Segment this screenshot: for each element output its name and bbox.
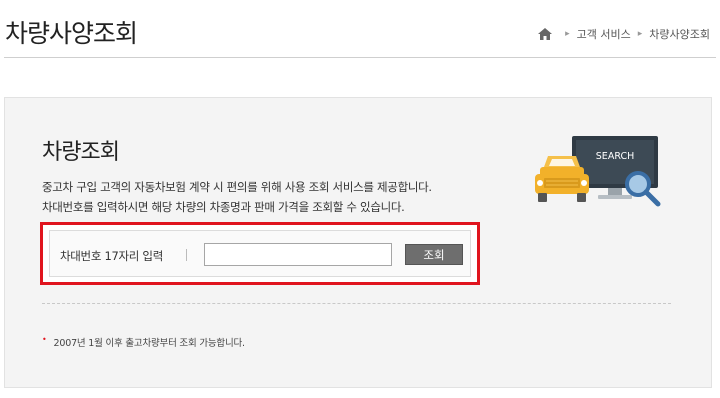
breadcrumb-customer-service[interactable]: 고객 서비스 [577,26,631,42]
section-title: 차량조회 [42,140,120,165]
search-button[interactable]: 조회 [405,244,463,265]
header-divider [4,57,716,58]
vin-label: 차대번호 17자리 입력 [60,249,163,263]
description-line-1: 중고차 구입 고객의 자동차보험 계약 시 편의를 위해 사용 조회 서비스를 … [42,180,432,194]
search-car-illustration: SEARCH [530,132,670,217]
search-form: 차대번호 17자리 입력 조회 [49,230,471,277]
breadcrumb: ▸ 고객 서비스 ▸ 차량사양조회 [538,26,710,42]
breadcrumb-separator-icon: ▸ [565,29,570,39]
notice-text: 2007년 1월 이후 출고차량부터 조회 가능합니다. [53,338,246,349]
breadcrumb-separator-icon: ▸ [637,29,643,39]
label-divider [186,249,187,261]
page-title: 차량사양조회 [5,19,138,48]
description-line-2: 차대번호를 입력하시면 해당 차량의 차종명과 판매 가격을 조회할 수 있습니… [42,200,405,214]
vehicle-lookup-panel: 차량조회 중고차 구입 고객의 자동차보험 계약 시 편의를 위해 사용 조회 … [4,97,712,388]
search-highlight-box: 차대번호 17자리 입력 조회 [40,222,480,285]
dashed-divider [42,303,671,304]
home-icon[interactable] [538,28,553,40]
description: 중고차 구입 고객의 자동차보험 계약 시 편의를 위해 사용 조회 서비스를 … [42,177,432,217]
notice: • 2007년 1월 이후 출고차량부터 조회 가능합니다. [42,335,245,349]
breadcrumb-current-page[interactable]: 차량사양조회 [649,26,710,42]
vin-input[interactable] [204,243,392,266]
monitor-search-text: SEARCH [596,151,634,162]
bullet-icon: • [42,335,47,344]
